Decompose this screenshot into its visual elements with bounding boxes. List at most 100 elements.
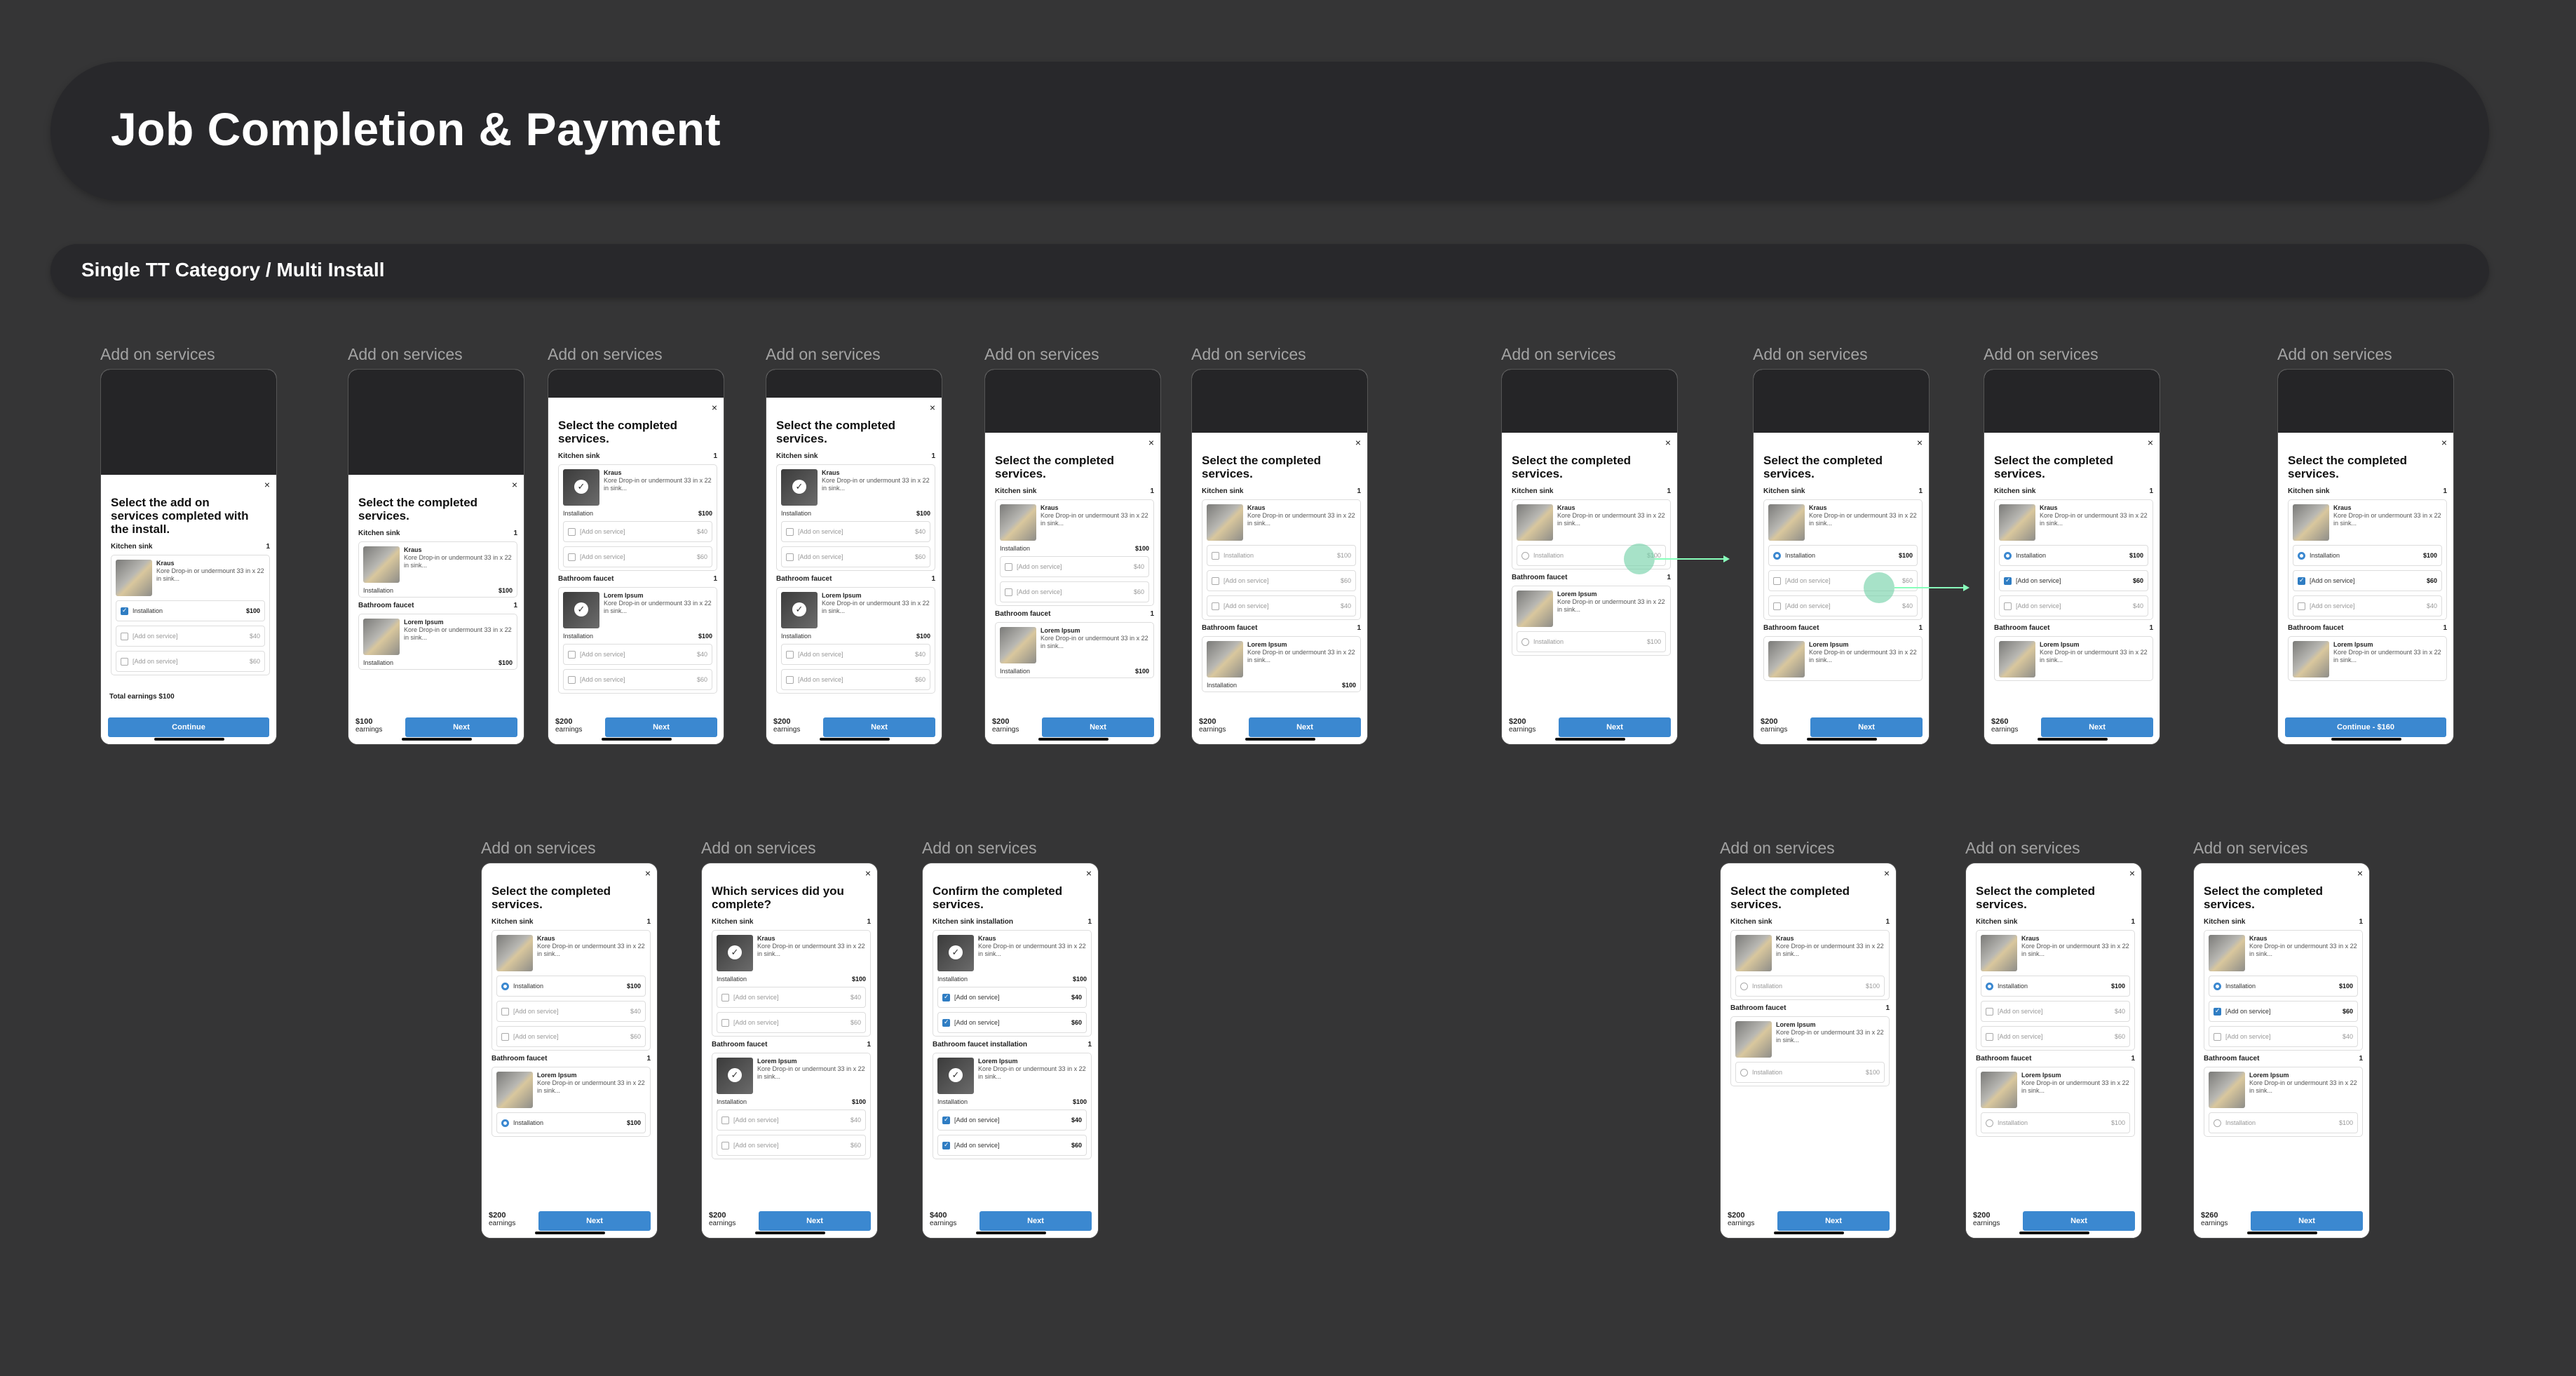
- checkbox[interactable]: [721, 1018, 729, 1027]
- service-option[interactable]: [Add on service] $40: [1768, 595, 1918, 616]
- service-option[interactable]: [Add on service] $60: [1000, 581, 1149, 602]
- service-option[interactable]: Installation $100: [496, 1112, 646, 1133]
- close-icon[interactable]: ×: [2148, 437, 2153, 448]
- product-thumbnail[interactable]: [563, 469, 599, 506]
- continue-button[interactable]: Continue - $160: [2285, 717, 2446, 737]
- radio-button[interactable]: [1986, 1119, 1993, 1127]
- service-option[interactable]: Installation $100: [1981, 1112, 2130, 1133]
- close-icon[interactable]: ×: [1917, 437, 1923, 448]
- next-button[interactable]: Next: [823, 717, 935, 737]
- continue-button[interactable]: Continue: [108, 717, 269, 737]
- close-icon[interactable]: ×: [1665, 437, 1671, 448]
- service-option[interactable]: [Add on service] $40: [116, 626, 265, 647]
- next-button[interactable]: Next: [1249, 717, 1361, 737]
- service-option[interactable]: [Add on service] $40: [1000, 556, 1149, 577]
- product-thumbnail[interactable]: [937, 1058, 974, 1094]
- checkbox[interactable]: [2004, 602, 2012, 610]
- checkbox[interactable]: [1986, 1007, 1993, 1016]
- next-button[interactable]: Next: [405, 717, 517, 737]
- service-option[interactable]: [Add on service] $40: [1981, 1001, 2130, 1022]
- checkbox[interactable]: [121, 657, 128, 666]
- service-option[interactable]: [Add on service] $40: [2209, 1026, 2358, 1047]
- service-option[interactable]: Installation $100: [1207, 545, 1356, 566]
- next-button[interactable]: Next: [1042, 717, 1154, 737]
- close-icon[interactable]: ×: [865, 868, 871, 879]
- close-icon[interactable]: ×: [1148, 437, 1154, 448]
- service-option[interactable]: [Add on service] $40: [717, 987, 866, 1008]
- checkbox[interactable]: [1005, 588, 1012, 596]
- checkbox[interactable]: [2298, 576, 2305, 585]
- service-option[interactable]: [Add on service] $60: [2209, 1001, 2358, 1022]
- next-button[interactable]: Next: [2251, 1211, 2363, 1231]
- next-button[interactable]: Next: [2041, 717, 2153, 737]
- service-option[interactable]: Installation $100: [1999, 545, 2148, 566]
- service-option[interactable]: [Add on service] $40: [563, 521, 712, 542]
- product-thumbnail[interactable]: [717, 1058, 753, 1094]
- service-option[interactable]: [Add on service] $60: [937, 1012, 1087, 1033]
- checkbox[interactable]: [786, 675, 794, 684]
- radio-button[interactable]: [1986, 982, 1993, 990]
- close-icon[interactable]: ×: [2441, 437, 2447, 448]
- service-option[interactable]: Installation $100: [1735, 1062, 1885, 1083]
- next-button[interactable]: Next: [1559, 717, 1671, 737]
- checkbox[interactable]: [501, 1007, 509, 1016]
- service-option[interactable]: Installation $100: [1768, 545, 1918, 566]
- radio-button[interactable]: [2214, 982, 2221, 990]
- service-option[interactable]: Installation $100: [116, 600, 265, 621]
- checkbox[interactable]: [121, 607, 128, 615]
- service-option[interactable]: [Add on service] $60: [563, 546, 712, 567]
- product-thumbnail[interactable]: [781, 469, 818, 506]
- service-option[interactable]: [Add on service] $40: [937, 1109, 1087, 1131]
- close-icon[interactable]: ×: [1884, 868, 1890, 879]
- close-icon[interactable]: ×: [1086, 868, 1092, 879]
- checkbox[interactable]: [2298, 602, 2305, 610]
- checkbox[interactable]: [2214, 1032, 2221, 1041]
- service-option[interactable]: [Add on service] $60: [496, 1026, 646, 1047]
- checkbox[interactable]: [942, 993, 950, 1001]
- service-option[interactable]: Installation $100: [2209, 1112, 2358, 1133]
- service-option[interactable]: [Add on service] $40: [1207, 595, 1356, 616]
- checkbox[interactable]: [1212, 576, 1219, 585]
- service-option[interactable]: [Add on service] $60: [1207, 570, 1356, 591]
- service-option[interactable]: [Add on service] $60: [1981, 1026, 2130, 1047]
- checkbox[interactable]: [942, 1116, 950, 1124]
- close-icon[interactable]: ×: [712, 402, 717, 413]
- radio-button[interactable]: [1740, 1068, 1748, 1077]
- radio-button[interactable]: [1773, 551, 1781, 560]
- next-button[interactable]: Next: [538, 1211, 651, 1231]
- radio-button[interactable]: [1521, 551, 1529, 560]
- checkbox[interactable]: [1212, 551, 1219, 560]
- service-option[interactable]: Installation $100: [1981, 976, 2130, 997]
- service-option[interactable]: [Add on service] $60: [717, 1135, 866, 1156]
- checkbox[interactable]: [786, 650, 794, 659]
- service-option[interactable]: [Add on service] $60: [781, 546, 930, 567]
- next-button[interactable]: Next: [2023, 1211, 2135, 1231]
- checkbox[interactable]: [501, 1032, 509, 1041]
- service-option[interactable]: [Add on service] $40: [937, 987, 1087, 1008]
- product-thumbnail[interactable]: [937, 935, 974, 971]
- checkbox[interactable]: [721, 993, 729, 1001]
- close-icon[interactable]: ×: [2357, 868, 2363, 879]
- product-thumbnail[interactable]: [563, 592, 599, 628]
- service-option[interactable]: Installation $100: [2293, 545, 2442, 566]
- radio-button[interactable]: [2214, 1119, 2221, 1127]
- service-option[interactable]: Installation $100: [1735, 976, 1885, 997]
- service-option[interactable]: [Add on service] $40: [717, 1109, 866, 1131]
- close-icon[interactable]: ×: [645, 868, 651, 879]
- radio-button[interactable]: [2004, 551, 2012, 560]
- next-button[interactable]: Next: [1810, 717, 1923, 737]
- radio-button[interactable]: [1740, 982, 1748, 990]
- next-button[interactable]: Next: [979, 1211, 1092, 1231]
- service-option[interactable]: [Add on service] $60: [2293, 570, 2442, 591]
- checkbox[interactable]: [2004, 576, 2012, 585]
- close-icon[interactable]: ×: [264, 479, 270, 490]
- checkbox[interactable]: [1986, 1032, 1993, 1041]
- radio-button[interactable]: [501, 1119, 509, 1127]
- checkbox[interactable]: [721, 1141, 729, 1149]
- service-option[interactable]: [Add on service] $40: [1999, 595, 2148, 616]
- next-button[interactable]: Next: [759, 1211, 871, 1231]
- radio-button[interactable]: [2298, 551, 2305, 560]
- service-option[interactable]: Installation $100: [1517, 631, 1666, 652]
- checkbox[interactable]: [1773, 602, 1781, 610]
- checkbox[interactable]: [568, 675, 576, 684]
